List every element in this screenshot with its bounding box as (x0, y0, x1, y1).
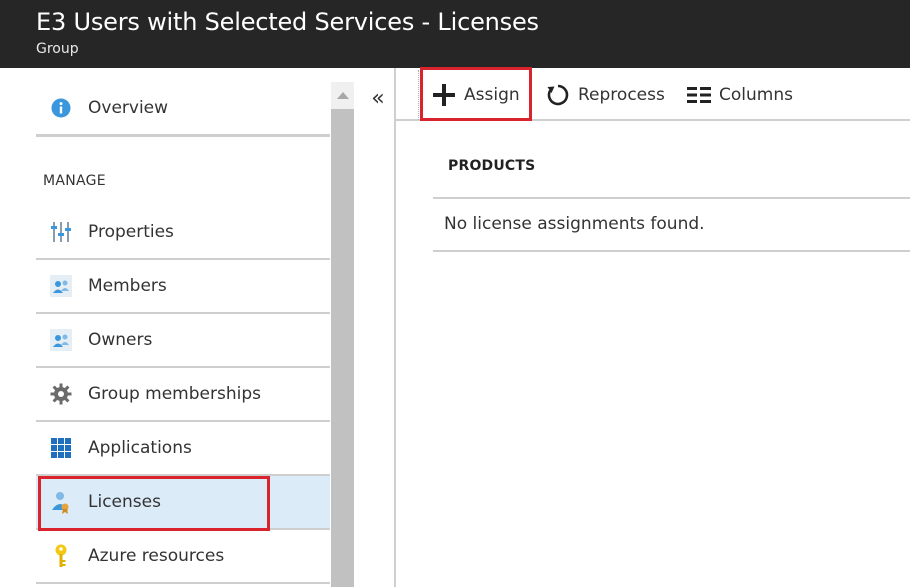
sidebar-item-members[interactable]: Members (36, 260, 330, 314)
info-icon (50, 97, 72, 119)
page-title: E3 Users with Selected Services - Licens… (36, 8, 539, 36)
members-icon (50, 275, 72, 297)
page-subtitle: Group (36, 41, 79, 57)
section-heading-manage: MANAGE (43, 173, 106, 189)
properties-icon (50, 221, 72, 243)
sidebar-item-overview[interactable]: Overview (36, 82, 330, 136)
sidebar-item-label: Group memberships (88, 384, 261, 404)
key-icon (50, 544, 72, 567)
reprocess-button[interactable]: Reprocess (546, 68, 665, 121)
column-header-products[interactable]: PRODUCTS (448, 158, 535, 174)
pane-divider (394, 68, 396, 587)
owners-icon (50, 329, 72, 351)
collapse-menu-button[interactable]: « (365, 86, 391, 112)
sidebar-scrollbar[interactable] (331, 82, 354, 587)
gear-icon (50, 383, 72, 405)
plus-icon (432, 83, 456, 107)
sidebar-item-licenses[interactable]: Licenses (36, 476, 330, 530)
sidebar-item-group-memberships[interactable]: Group memberships (36, 368, 330, 422)
sidebar-item-label: Members (88, 276, 167, 296)
sidebar-item-azure-resources[interactable]: Azure resources (36, 530, 330, 584)
columns-icon (687, 83, 711, 107)
sidebar-item-label: Applications (88, 438, 192, 458)
empty-state-message: No license assignments found. (444, 214, 705, 234)
assign-label: Assign (464, 84, 520, 105)
sidebar-item-label: Owners (88, 330, 153, 350)
sidebar-item-properties[interactable]: Properties (36, 206, 330, 260)
divider (433, 250, 910, 252)
reprocess-label: Reprocess (578, 84, 665, 105)
divider (36, 135, 330, 137)
scroll-up-arrow-icon[interactable] (331, 82, 354, 109)
sidebar-item-owners[interactable]: Owners (36, 314, 330, 368)
refresh-icon (546, 83, 570, 107)
divider (433, 197, 910, 199)
applications-grid-icon (50, 437, 72, 459)
sidebar: Overview MANAGE Properties Members Owner… (0, 68, 355, 587)
sidebar-item-applications[interactable]: Applications (36, 422, 330, 476)
toolbar-separator (418, 70, 419, 120)
sidebar-item-label: Properties (88, 222, 174, 242)
sidebar-item-label: Licenses (88, 492, 161, 512)
sidebar-item-label: Azure resources (88, 546, 225, 566)
columns-button[interactable]: Columns (687, 68, 793, 121)
licenses-icon (50, 491, 72, 514)
assign-button[interactable]: Assign (432, 68, 520, 121)
columns-label: Columns (719, 84, 793, 105)
sidebar-item-label: Overview (88, 98, 169, 118)
blade-header: E3 Users with Selected Services - Licens… (0, 0, 910, 68)
